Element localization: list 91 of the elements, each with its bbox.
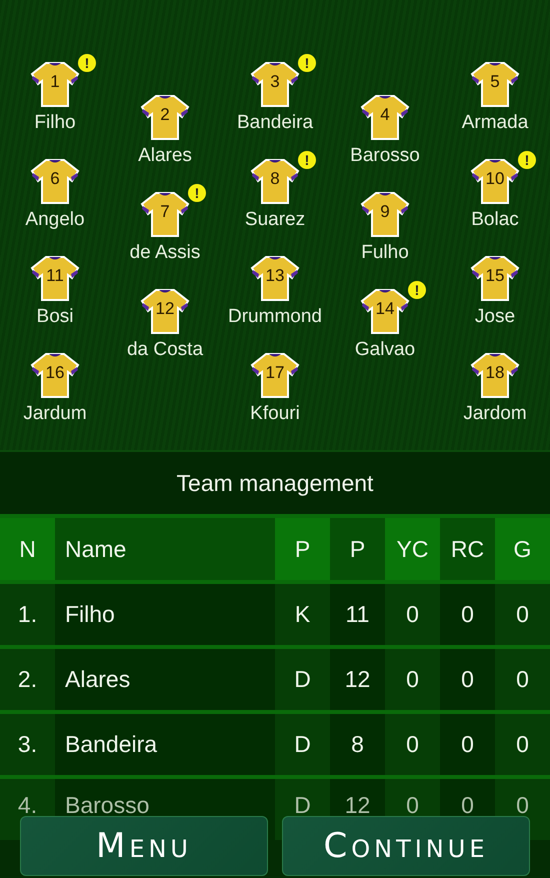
jersey-icon xyxy=(358,287,412,335)
shirt-number: 6 xyxy=(49,169,61,189)
player-name[interactable]: Drummond xyxy=(228,306,322,328)
table-cell: 8 xyxy=(330,714,385,775)
jersey-icon xyxy=(248,351,302,399)
player-name[interactable]: Angelo xyxy=(25,209,85,231)
player-name[interactable]: Bandeira xyxy=(236,112,314,134)
player-name[interactable]: Jose xyxy=(474,306,516,328)
warning-badge: ! xyxy=(298,151,316,169)
table-cell: Bandeira xyxy=(55,714,275,775)
shirt-number: 3 xyxy=(269,72,281,92)
table-cell: D xyxy=(275,649,330,710)
table-cell: 0 xyxy=(495,584,550,645)
player-name[interactable]: Bolac xyxy=(471,209,519,231)
table-cell: 0 xyxy=(385,584,440,645)
jersey-icon xyxy=(358,190,412,238)
table-cell: 12 xyxy=(330,649,385,710)
section-title: Team management xyxy=(176,470,374,496)
table-cell: 0 xyxy=(440,649,495,710)
table-cell: 2. xyxy=(0,649,55,710)
shirt-number: 12 xyxy=(154,299,176,319)
table-cell: D xyxy=(275,714,330,775)
jersey-icon xyxy=(28,157,82,205)
jersey-icon xyxy=(468,254,522,302)
warning-badge: ! xyxy=(408,281,426,299)
shirt-number: 15 xyxy=(484,266,506,286)
jersey-icon xyxy=(248,60,302,108)
player-name[interactable]: Armada xyxy=(462,112,528,134)
shirt-number: 14 xyxy=(374,299,396,319)
jersey-icon xyxy=(28,254,82,302)
table-cell: 11 xyxy=(330,584,385,645)
jersey-icon xyxy=(248,254,302,302)
player-name[interactable]: Fulho xyxy=(361,242,409,264)
column-header: P xyxy=(330,518,385,580)
player-name[interactable]: Suarez xyxy=(244,209,306,231)
jersey-icon xyxy=(138,93,192,141)
player-name[interactable]: Filho xyxy=(34,112,76,134)
warning-badge: ! xyxy=(78,54,96,72)
player-name[interactable]: Galvao xyxy=(354,339,416,361)
shirt-number: 4 xyxy=(379,105,391,125)
shirt-number: 5 xyxy=(489,72,501,92)
menu-button[interactable]: Menu xyxy=(20,816,268,876)
table-cell: 0 xyxy=(440,584,495,645)
player-name[interactable]: da Costa xyxy=(126,339,204,361)
shirt-number: 10 xyxy=(484,169,506,189)
column-header: N xyxy=(0,518,55,580)
player-name[interactable]: Bosi xyxy=(36,306,74,328)
jersey-icon xyxy=(468,157,522,205)
shirt-number: 11 xyxy=(45,266,65,286)
table-cell: 0 xyxy=(440,714,495,775)
shirt-number: 16 xyxy=(44,363,66,383)
shirt-number: 8 xyxy=(269,169,281,189)
jersey-icon xyxy=(138,190,192,238)
player-name[interactable]: Kfouri xyxy=(250,403,300,425)
table-cell: K xyxy=(275,584,330,645)
table-cell: 0 xyxy=(385,649,440,710)
table-cell: Alares xyxy=(55,649,275,710)
jersey-icon xyxy=(248,157,302,205)
jersey-icon xyxy=(468,60,522,108)
warning-badge: ! xyxy=(518,151,536,169)
warning-badge: ! xyxy=(188,184,206,202)
column-header: Name xyxy=(55,518,275,580)
column-header: RC xyxy=(440,518,495,580)
jersey-icon xyxy=(28,351,82,399)
column-header: YC xyxy=(385,518,440,580)
shirt-number: 1 xyxy=(49,72,61,92)
table-cell: 1. xyxy=(0,584,55,645)
table-cell: 0 xyxy=(385,714,440,775)
warning-badge: ! xyxy=(298,54,316,72)
jersey-icon xyxy=(358,93,412,141)
player-name[interactable]: Jardum xyxy=(23,403,87,425)
jersey-icon xyxy=(468,351,522,399)
table-cell: 0 xyxy=(495,649,550,710)
jersey-icon xyxy=(28,60,82,108)
table-cell: 0 xyxy=(495,714,550,775)
shirt-number: 18 xyxy=(484,363,506,383)
shirt-number: 9 xyxy=(379,202,391,222)
table-cell: Filho xyxy=(55,584,275,645)
jersey-icon xyxy=(138,287,192,335)
table-cell: 3. xyxy=(0,714,55,775)
shirt-number: 7 xyxy=(159,202,171,222)
column-header: G xyxy=(495,518,550,580)
player-name[interactable]: de Assis xyxy=(130,242,200,264)
shirt-number: 17 xyxy=(264,363,286,383)
column-header: P xyxy=(275,518,330,580)
player-name[interactable]: Barosso xyxy=(350,145,420,167)
shirt-number: 2 xyxy=(159,105,171,125)
player-name[interactable]: Alares xyxy=(138,145,192,167)
player-name[interactable]: Jardom xyxy=(463,403,527,425)
continue-button[interactable]: Continue xyxy=(282,816,530,876)
shirt-number: 13 xyxy=(264,266,286,286)
